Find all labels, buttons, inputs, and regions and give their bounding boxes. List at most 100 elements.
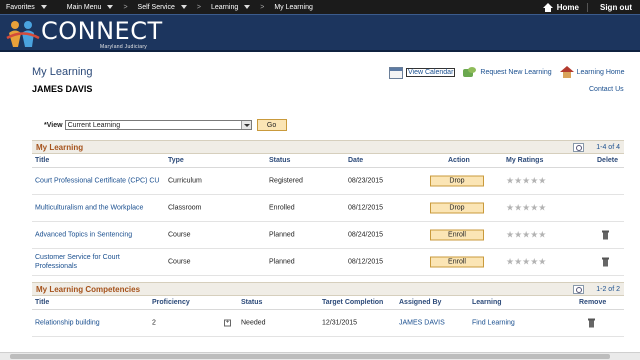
course-status: Enrolled bbox=[269, 204, 295, 212]
col-status[interactable]: Status bbox=[269, 157, 290, 164]
table-row: Customer Service for Court Professionals… bbox=[32, 249, 624, 276]
trash-icon[interactable] bbox=[602, 230, 609, 240]
col-date[interactable]: Date bbox=[348, 157, 363, 164]
course-title-link[interactable]: Advanced Topics in Sentencing bbox=[35, 232, 132, 239]
col-assigned-by[interactable]: Assigned By bbox=[399, 299, 441, 306]
trash-icon[interactable] bbox=[602, 257, 609, 267]
breadcrumb-separator: > bbox=[260, 3, 265, 11]
course-type: Course bbox=[168, 231, 191, 239]
scrollbar-thumb[interactable] bbox=[10, 354, 610, 359]
course-title-link[interactable]: Customer Service for Court Professionals bbox=[35, 253, 155, 271]
course-type: Curriculum bbox=[168, 177, 202, 185]
favorites-menu[interactable]: Favorites bbox=[0, 0, 53, 14]
view-calendar-link[interactable]: View Calendar bbox=[389, 66, 456, 79]
trash-icon[interactable] bbox=[588, 318, 595, 328]
course-title-link[interactable]: Multiculturalism and the Workplace bbox=[35, 205, 143, 212]
assigned-by-link[interactable]: JAMES DAVIS bbox=[399, 320, 445, 327]
top-nav-bar: Favorites Main Menu > Self Service > Lea… bbox=[0, 0, 640, 14]
brand-subtitle: Maryland Judiciary bbox=[100, 44, 148, 50]
col-type[interactable]: Type bbox=[168, 157, 184, 164]
course-date: 08/24/2015 bbox=[348, 231, 384, 239]
request-new-learning-link[interactable]: Request New Learning bbox=[463, 66, 552, 79]
horizontal-scrollbar[interactable] bbox=[0, 352, 640, 360]
main-menu[interactable]: Main Menu bbox=[53, 0, 120, 14]
learning-home-link[interactable]: Learning Home bbox=[559, 66, 625, 79]
go-button[interactable]: Go bbox=[256, 119, 287, 131]
brand-banner: CONNECT Maryland Judiciary bbox=[0, 14, 640, 52]
col-delete: Delete bbox=[597, 157, 619, 164]
col-title[interactable]: Title bbox=[35, 299, 49, 306]
view-label: *View bbox=[44, 121, 63, 129]
chevron-down-icon bbox=[40, 5, 47, 9]
col-title[interactable]: Title bbox=[35, 157, 49, 164]
grid-header: My Learning 1-4 of 4 bbox=[32, 140, 624, 154]
home-link[interactable]: Home bbox=[535, 2, 587, 12]
grid-title: My Learning Competencies bbox=[36, 284, 141, 294]
breadcrumb-separator: > bbox=[123, 3, 128, 11]
course-type: Classroom bbox=[168, 204, 202, 212]
col-status[interactable]: Status bbox=[241, 299, 262, 306]
contact-us-link[interactable]: Contact Us bbox=[589, 86, 624, 93]
zoom-icon[interactable] bbox=[573, 285, 585, 294]
favorites-label: Favorites bbox=[6, 3, 35, 11]
view-filter: *View Current Learning Go bbox=[44, 119, 287, 131]
table-row: Relationship building 2 + Needed 12/31/2… bbox=[32, 310, 624, 337]
course-type: Course bbox=[168, 258, 191, 266]
request-learning-icon bbox=[463, 66, 477, 79]
rating-stars[interactable]: ★★★★★ bbox=[506, 203, 546, 214]
learning-home-label: Learning Home bbox=[576, 69, 625, 76]
expand-icon[interactable]: + bbox=[224, 319, 231, 327]
course-date: 08/23/2015 bbox=[348, 177, 384, 185]
course-status: Planned bbox=[269, 231, 295, 239]
home-icon bbox=[542, 2, 553, 12]
chevron-down-icon bbox=[244, 5, 251, 9]
view-select-value: Current Learning bbox=[67, 121, 121, 129]
sign-out-link[interactable]: Sign out bbox=[587, 2, 640, 12]
brand-name: CONNECT bbox=[41, 17, 163, 45]
row-count: 1-4 of 4 bbox=[596, 144, 620, 151]
grid-header: My Learning Competencies 1-2 of 2 bbox=[32, 282, 624, 296]
breadcrumb-separator: > bbox=[196, 3, 201, 11]
breadcrumb-label: Learning bbox=[210, 3, 239, 11]
col-remove: Remove bbox=[579, 299, 607, 306]
col-proficiency[interactable]: Proficiency bbox=[152, 299, 190, 306]
user-name: JAMES DAVIS bbox=[32, 84, 93, 94]
grid-title: My Learning bbox=[36, 142, 84, 152]
course-date: 08/12/2015 bbox=[348, 204, 384, 212]
competency-title-link[interactable]: Relationship building bbox=[35, 320, 100, 327]
calendar-icon bbox=[389, 66, 403, 79]
chevron-down-icon[interactable] bbox=[240, 121, 251, 129]
chevron-down-icon bbox=[180, 5, 187, 9]
table-row: Court Professional Certificate (CPC) CU … bbox=[32, 168, 624, 195]
chevron-down-icon bbox=[107, 5, 114, 9]
home-label: Home bbox=[556, 2, 579, 12]
header-actions: View Calendar Request New Learning Learn… bbox=[389, 66, 633, 79]
drop-button[interactable]: Drop bbox=[430, 202, 484, 214]
course-status: Planned bbox=[269, 258, 295, 266]
breadcrumb-label: Self Service bbox=[137, 3, 175, 11]
breadcrumb-self-service[interactable]: Self Service bbox=[132, 0, 193, 14]
page-title: My Learning bbox=[32, 66, 93, 78]
rating-stars[interactable]: ★★★★★ bbox=[506, 230, 546, 241]
enroll-button[interactable]: Enroll bbox=[430, 256, 484, 268]
column-headers: Title Proficiency Status Target Completi… bbox=[32, 296, 624, 310]
view-calendar-label: View Calendar bbox=[406, 68, 456, 77]
rating-stars[interactable]: ★★★★★ bbox=[506, 176, 546, 187]
view-select[interactable]: Current Learning bbox=[64, 120, 252, 130]
breadcrumb-my-learning[interactable]: My Learning bbox=[268, 0, 319, 14]
breadcrumb-learning[interactable]: Learning bbox=[205, 0, 256, 14]
main-menu-label: Main Menu bbox=[66, 3, 102, 11]
col-target-completion[interactable]: Target Completion bbox=[322, 299, 383, 306]
course-status: Registered bbox=[269, 177, 303, 185]
competency-status: Needed bbox=[241, 319, 266, 327]
drop-button[interactable]: Drop bbox=[430, 175, 484, 187]
breadcrumb-label: My Learning bbox=[274, 3, 313, 11]
find-learning-link[interactable]: Find Learning bbox=[472, 320, 515, 327]
zoom-icon[interactable] bbox=[573, 143, 585, 152]
rating-stars[interactable]: ★★★★★ bbox=[506, 257, 546, 268]
course-date: 08/12/2015 bbox=[348, 258, 384, 266]
row-count: 1-2 of 2 bbox=[596, 286, 620, 293]
course-title-link[interactable]: Court Professional Certificate (CPC) CU bbox=[35, 178, 159, 185]
col-action: Action bbox=[448, 157, 470, 164]
enroll-button[interactable]: Enroll bbox=[430, 229, 484, 241]
